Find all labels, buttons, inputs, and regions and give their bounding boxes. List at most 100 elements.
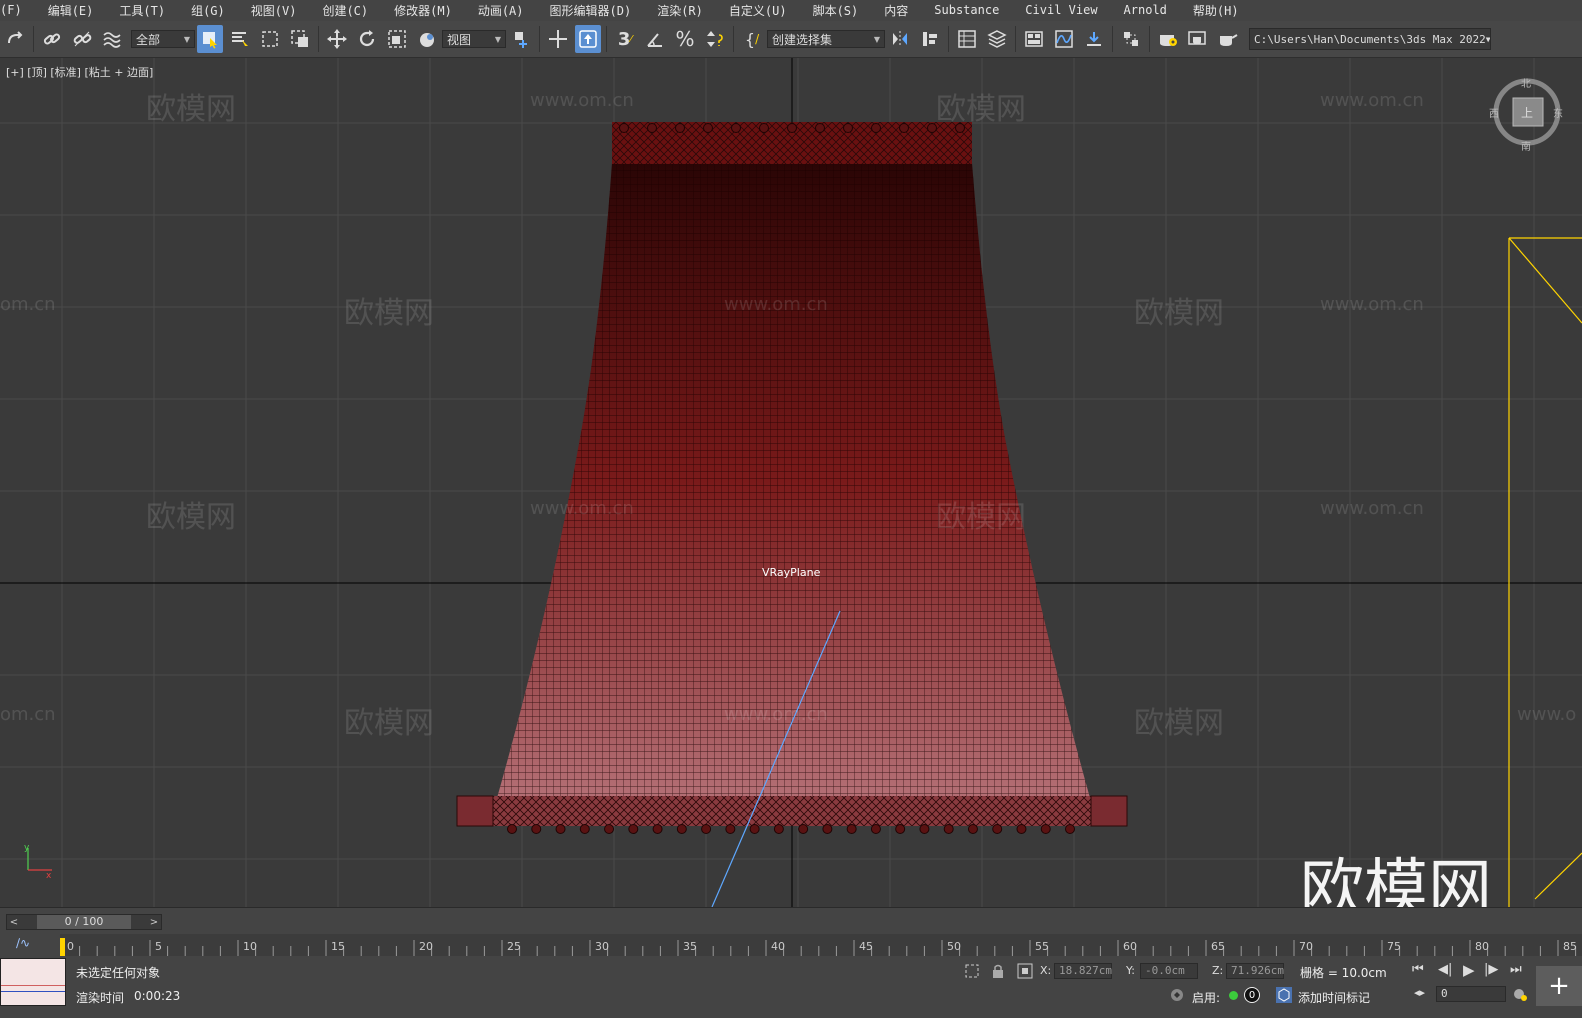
place-icon[interactable] bbox=[414, 25, 440, 53]
menu-item-2[interactable]: 工具(T) bbox=[106, 2, 178, 19]
isolate-selection-icon[interactable] bbox=[964, 963, 980, 979]
menu-item-13[interactable]: Substance bbox=[921, 3, 1012, 17]
watermark-text: om.cn bbox=[0, 294, 56, 315]
menu-item-3[interactable]: 组(G) bbox=[178, 2, 238, 19]
render-setup-icon[interactable] bbox=[1155, 25, 1181, 53]
menu-item-9[interactable]: 渲染(R) bbox=[644, 2, 716, 19]
ruler-label: 45 bbox=[859, 940, 873, 953]
spinner-snap-icon[interactable] bbox=[702, 25, 728, 53]
create-plus-icon[interactable]: + bbox=[1536, 966, 1582, 1006]
watermark-text: 欧模网 bbox=[344, 706, 434, 741]
menu-item-0[interactable]: (F) bbox=[0, 3, 35, 17]
ribbon-toggle-icon[interactable] bbox=[1021, 25, 1047, 53]
maxscript-listener-preview[interactable] bbox=[0, 958, 66, 1006]
x-coord-field[interactable]: 18.827cm bbox=[1054, 963, 1112, 979]
scale-icon[interactable] bbox=[384, 25, 410, 53]
fringe-knot bbox=[992, 824, 1003, 834]
menu-item-8[interactable]: 图形编辑器(D) bbox=[537, 2, 645, 19]
menu-item-4[interactable]: 视图(V) bbox=[238, 2, 310, 19]
timeline-track[interactable] bbox=[60, 934, 1582, 956]
go-to-end-icon[interactable]: ⏭ bbox=[1510, 962, 1522, 977]
selection-filter-value: 全部 bbox=[136, 32, 161, 47]
mini-curve-editor-icon[interactable]: ∕∿ bbox=[16, 936, 40, 954]
rendered-frame-window-icon[interactable] bbox=[1185, 25, 1211, 53]
menu-item-5[interactable]: 创建(C) bbox=[309, 2, 381, 19]
add-time-tag-icon[interactable] bbox=[1276, 987, 1292, 1003]
mirror-icon[interactable] bbox=[887, 25, 913, 53]
ruler-label: 0 bbox=[67, 940, 74, 953]
ruler-label: 80 bbox=[1475, 940, 1489, 953]
named-selection-set-dropdown[interactable]: 创建选择集 ▼ bbox=[767, 30, 885, 48]
current-frame-marker[interactable] bbox=[60, 938, 65, 956]
viewport-label[interactable]: [+] [顶] [标准] [粘土 + 边面] bbox=[6, 64, 153, 80]
adaptive-degradation-icon[interactable] bbox=[1169, 987, 1185, 1003]
edit-named-selection-icon[interactable]: {/ bbox=[739, 25, 765, 53]
svg-text:x: x bbox=[46, 871, 52, 881]
ruler-label: 30 bbox=[595, 940, 609, 953]
menu-item-11[interactable]: 脚本(S) bbox=[800, 2, 872, 19]
angle-snap-icon[interactable] bbox=[642, 25, 668, 53]
play-icon[interactable]: ▶ bbox=[1463, 961, 1475, 979]
status-badge[interactable]: 0 bbox=[1244, 987, 1260, 1003]
fringe-knot bbox=[773, 824, 784, 834]
key-mode-icon[interactable]: ◂▸ bbox=[1414, 986, 1425, 999]
snaps-toggle-icon[interactable]: 3 ⁄ bbox=[612, 25, 638, 53]
fringe-knot bbox=[725, 824, 736, 834]
schematic-view-icon[interactable] bbox=[1081, 25, 1107, 53]
align-icon[interactable] bbox=[917, 25, 943, 53]
menu-item-16[interactable]: 帮助(H) bbox=[1180, 2, 1252, 19]
unlink-icon[interactable] bbox=[69, 25, 95, 53]
selection-filter-dropdown[interactable]: 全部 ▼ bbox=[131, 30, 195, 48]
y-coord-field[interactable]: -0.0cm bbox=[1140, 963, 1198, 979]
menu-item-10[interactable]: 自定义(U) bbox=[716, 2, 800, 19]
curve-editor-icon[interactable] bbox=[1051, 25, 1077, 53]
select-object-icon[interactable] bbox=[197, 25, 223, 53]
rug-mesh[interactable] bbox=[456, 122, 1128, 834]
enable-label: 启用: bbox=[1192, 991, 1221, 1005]
next-frame-icon[interactable]: > bbox=[147, 917, 161, 928]
rectangular-selection-icon[interactable] bbox=[257, 25, 283, 53]
layer-explorer-icon[interactable] bbox=[984, 25, 1010, 53]
viewport-top[interactable]: y x [+] [顶] [标准] [粘土 + 边面] 上 北 南 西 东 VRa… bbox=[0, 58, 1582, 907]
go-to-start-icon[interactable]: ⏮ bbox=[1412, 962, 1424, 977]
select-by-name-icon[interactable] bbox=[227, 25, 253, 53]
menu-item-6[interactable]: 修改器(M) bbox=[381, 2, 465, 19]
scene-explorer-icon[interactable] bbox=[954, 25, 980, 53]
current-frame-field[interactable]: 0 bbox=[1436, 986, 1506, 1002]
fringe-knot bbox=[943, 824, 954, 834]
selection-status: 未选定任何对象 bbox=[76, 966, 161, 980]
next-frame-icon[interactable]: |▶ bbox=[1484, 962, 1498, 977]
add-time-tag-label[interactable]: 添加时间标记 bbox=[1298, 989, 1370, 1006]
link-icon[interactable] bbox=[39, 25, 65, 53]
material-editor-icon[interactable] bbox=[1118, 25, 1144, 53]
prev-frame-icon[interactable]: < bbox=[7, 917, 21, 928]
menu-item-12[interactable]: 内容 bbox=[871, 2, 921, 19]
previous-frame-icon[interactable]: ◀| bbox=[1438, 962, 1452, 977]
menu-item-1[interactable]: 编辑(E) bbox=[35, 2, 107, 19]
bind-space-warp-icon[interactable] bbox=[99, 25, 125, 53]
menu-item-14[interactable]: Civil View bbox=[1012, 3, 1110, 17]
keyboard-shortcut-override-icon[interactable] bbox=[575, 25, 601, 53]
project-path-field[interactable]: C:\Users\Han\Documents\3ds Max 2022 ▼ bbox=[1249, 28, 1491, 50]
time-slider[interactable]: < 0 / 100 > bbox=[6, 914, 162, 930]
move-icon[interactable] bbox=[324, 25, 350, 53]
selection-lock-icon[interactable] bbox=[990, 963, 1006, 979]
pivot-center-icon[interactable] bbox=[508, 25, 534, 53]
render-production-icon[interactable] bbox=[1215, 25, 1241, 53]
menu-item-15[interactable]: Arnold bbox=[1111, 3, 1180, 17]
select-manipulate-icon[interactable] bbox=[545, 25, 571, 53]
main-toolbar: 全部 ▼ 视图 ▼ 3 ⁄ % {/ 创建选择集 ▼ C:\Users\Han\Docu… bbox=[0, 21, 1582, 58]
redo-icon[interactable] bbox=[2, 25, 28, 53]
absolute-mode-icon[interactable] bbox=[1017, 963, 1033, 979]
ruler-label: 65 bbox=[1211, 940, 1225, 953]
rotate-icon[interactable] bbox=[354, 25, 380, 53]
window-crossing-icon[interactable] bbox=[287, 25, 313, 53]
time-slider-thumb[interactable]: 0 / 100 bbox=[37, 915, 131, 929]
reference-coordinate-dropdown[interactable]: 视图 ▼ bbox=[442, 30, 506, 48]
percent-snap-icon[interactable]: % bbox=[672, 25, 698, 53]
menu-item-7[interactable]: 动画(A) bbox=[465, 2, 537, 19]
z-coord-field[interactable]: 71.926cm bbox=[1226, 963, 1284, 979]
time-config-icon[interactable] bbox=[1512, 986, 1528, 1002]
camera-frustum[interactable] bbox=[1508, 237, 1582, 907]
fringe-knot bbox=[628, 824, 639, 834]
